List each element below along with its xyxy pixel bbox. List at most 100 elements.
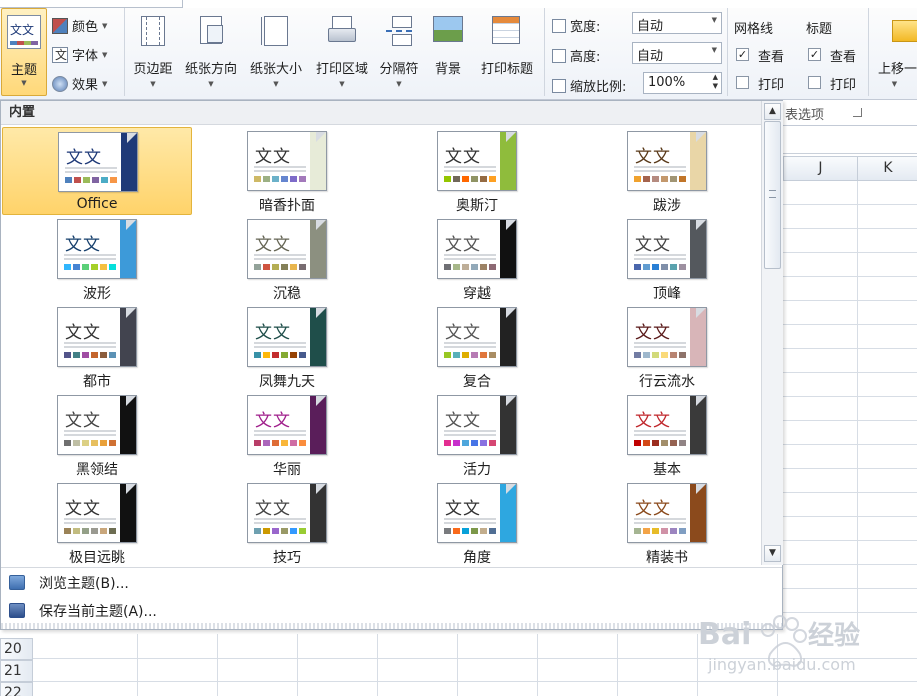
theme-effects-label: 效果 [72,78,99,93]
theme-tile[interactable]: 文文 顶峰 [572,215,761,303]
headings-print-checkbox[interactable] [808,76,821,89]
breaks-button[interactable]: 分隔符 ▼ [376,10,422,96]
theme-tile[interactable]: 文文 行云流水 [572,303,761,391]
theme-tile[interactable]: 文文 跋涉 [572,127,761,215]
theme-color-swatch [489,528,496,534]
theme-tile[interactable]: 文文 暗香扑面 [192,127,382,215]
theme-sample-line [634,518,686,520]
bring-forward-button[interactable]: 上移一 ▼ [872,10,917,96]
theme-color-swatch [290,528,297,534]
paper-size-icon [261,16,288,46]
page-fold-icon [506,220,516,230]
zoom-spinner[interactable]: 100% ▲ ▼ [643,72,722,94]
theme-color-swatch [109,352,116,358]
print-titles-button[interactable]: 打印标题 [474,10,540,96]
page-fold-icon [316,220,326,230]
scroll-up-icon[interactable]: ▲ [764,103,781,120]
theme-name: 华丽 [273,462,301,478]
theme-fonts-button[interactable]: 文 字体 ▼ [52,45,107,64]
headings-view-checkbox[interactable]: ✓ [808,48,821,61]
theme-sample-line [444,430,496,432]
theme-sample-line [64,518,116,520]
theme-effects-button[interactable]: 效果 ▼ [52,74,107,93]
page-fold-icon [126,484,136,494]
gridlines-print-checkbox[interactable] [736,76,749,89]
dialog-launcher-icon[interactable] [853,108,862,117]
grid-line [457,634,458,696]
column-header-j[interactable]: J [783,156,858,181]
theme-tile[interactable]: 文文 黑领结 [2,391,192,479]
row-header-20[interactable]: 20 [0,638,33,660]
theme-color-swatch [263,176,270,182]
save-theme-menu-item[interactable]: 保存当前主题(A)... [1,598,782,624]
theme-tile[interactable]: 文文 角度 [382,479,572,565]
theme-color-swatch [444,528,451,534]
theme-color-swatch [254,352,261,358]
column-header-k[interactable]: K [857,156,917,181]
page-fold-icon [696,308,706,318]
row-header-21[interactable]: 21 [0,660,33,682]
theme-color-swatch [65,177,72,183]
theme-tile[interactable]: 文文 华丽 [192,391,382,479]
theme-sample-line [634,254,686,256]
baidu-jingyan-watermark-logo: Bai 经验 jingyan.baidu.com [698,615,860,674]
theme-tile[interactable]: 文文 都市 [2,303,192,391]
theme-sample-line [444,254,496,256]
theme-tile[interactable]: 文文 技巧 [192,479,382,565]
scroll-down-icon[interactable]: ▼ [764,545,781,562]
save-theme-icon [9,603,25,618]
theme-preview-thumbnail: 文文 [627,131,707,191]
resize-grip[interactable] [1,623,782,629]
sheet-options-label: 表选项 [785,108,825,123]
theme-tile[interactable]: 文文 精装书 [572,479,761,565]
gallery-scrollbar[interactable]: ▲ ▼ [761,101,783,565]
margins-button[interactable]: 页边距 ▼ [128,10,178,96]
background-button[interactable]: 背景 [426,10,470,96]
page-fold-icon [506,484,516,494]
theme-fonts-label: 字体 [72,49,99,64]
theme-tile[interactable]: 文文 复合 [382,303,572,391]
effects-icon [52,75,68,92]
row-header-22[interactable]: 22 [0,682,33,696]
chevron-down-icon: ▼ [208,80,214,88]
theme-color-swatch [462,176,469,182]
theme-sample-glyphs: 文文 [445,499,481,519]
theme-color-swatch [254,440,261,446]
spinner-icon[interactable]: ▲ ▼ [713,73,718,91]
theme-tile[interactable]: 文文 活力 [382,391,572,479]
group-separator [544,8,545,96]
print-area-button[interactable]: 打印区域 ▼ [310,10,374,96]
theme-tile[interactable]: 文文 穿越 [382,215,572,303]
height-select[interactable]: 自动 ▼ [632,42,722,64]
grid-line [217,634,218,696]
theme-tile[interactable]: 文文 基本 [572,391,761,479]
theme-colors-button[interactable]: 颜色 ▼ [52,16,107,35]
gridlines-view-checkbox[interactable]: ✓ [736,48,749,61]
theme-color-swatch [73,528,80,534]
theme-tile[interactable]: 文文 凤舞九天 [192,303,382,391]
color-icon [52,17,68,34]
themes-button[interactable]: 文文 主题 ▼ [1,8,47,96]
theme-color-swatch [652,176,659,182]
theme-tile[interactable]: 文文 Office [2,127,192,215]
theme-color-swatch [661,176,668,182]
browse-theme-menu-item[interactable]: 浏览主题(B)... [1,570,782,596]
theme-color-swatch [679,440,686,446]
theme-color-swatch [299,264,306,270]
grid-line [783,252,917,253]
orientation-button[interactable]: 纸张方向 ▼ [180,10,242,96]
chevron-down-icon: ▼ [102,21,108,30]
scrollbar-thumb[interactable] [764,121,781,269]
paper-size-button[interactable]: 纸张大小 ▼ [244,10,308,96]
theme-color-swatch [64,440,71,446]
theme-tile[interactable]: 文文 奥斯汀 [382,127,572,215]
theme-tile[interactable]: 文文 沉稳 [192,215,382,303]
height-icon [552,48,566,63]
theme-tile[interactable]: 文文 极目远眺 [2,479,192,565]
theme-tile[interactable]: 文文 波形 [2,215,192,303]
theme-preview-thumbnail: 文文 [58,132,138,192]
grid-line [783,420,917,421]
browse-theme-icon [9,575,25,590]
width-select[interactable]: 自动 ▼ [632,12,722,34]
grid-line [783,540,917,541]
